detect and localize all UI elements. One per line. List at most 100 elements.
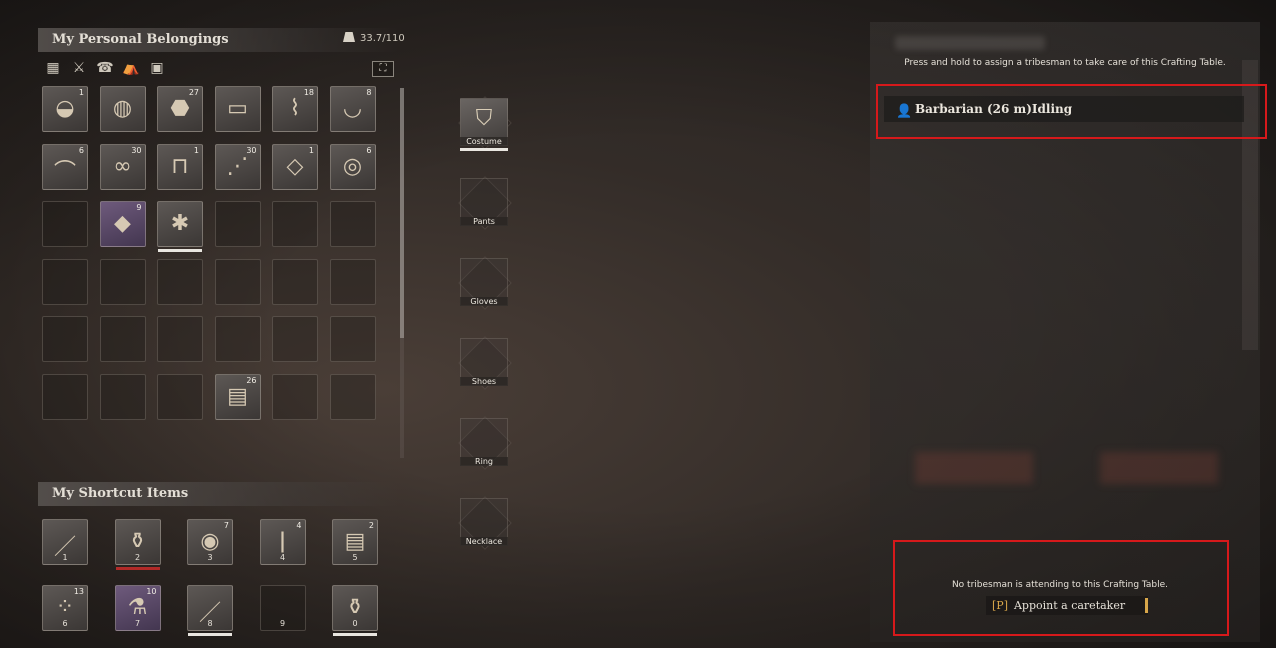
- blurred-button: [915, 452, 1033, 484]
- no-tribesman-notice: No tribesman is attending to this Crafti…: [951, 580, 1169, 590]
- inventory-slot[interactable]: [272, 258, 318, 305]
- plank-icon: ▭: [227, 96, 248, 121]
- inventory-slot[interactable]: [329, 316, 376, 362]
- armor-icon[interactable]: ☎: [96, 60, 114, 76]
- equip-label: Ring: [460, 457, 508, 466]
- bowl-icon: ◡: [342, 96, 363, 121]
- bark-icon: ▤: [344, 529, 366, 554]
- inventory-slot[interactable]: ✱: [157, 201, 203, 252]
- equip-slot-necklace[interactable]: Necklace: [458, 496, 512, 552]
- stone-icon: ◒: [55, 96, 75, 121]
- appoint-caretaker-button[interactable]: [P] Appoint a caretaker: [986, 596, 1148, 615]
- caretaker-scrollbar[interactable]: [1242, 60, 1258, 350]
- inventory-slot[interactable]: ◎ 6: [329, 143, 376, 190]
- expand-icon[interactable]: ⛶: [372, 61, 394, 77]
- shortcut-slot[interactable]: ⚗ 10 7: [114, 585, 161, 631]
- hotkey-number: 1: [62, 553, 68, 562]
- equip-slot-gloves[interactable]: Gloves: [458, 256, 512, 312]
- vase-icon: ⚱: [345, 595, 365, 620]
- materials-icon[interactable]: ▦: [44, 60, 62, 76]
- scroll-thumb[interactable]: [400, 88, 404, 338]
- inventory-slot[interactable]: [214, 316, 261, 362]
- carry-weight: 33.7/110: [343, 32, 405, 44]
- inventory-slot[interactable]: ◆ 9: [99, 201, 146, 247]
- hotkey-number: 0: [352, 619, 358, 628]
- tribesman-row[interactable]: 👤 Barbarian (26 m)Idling: [884, 96, 1244, 122]
- inventory-scrollbar[interactable]: [400, 88, 404, 458]
- inventory-slot[interactable]: [329, 373, 376, 420]
- equip-slot-pants[interactable]: Pants: [458, 176, 512, 232]
- equipped-indicator: [460, 148, 508, 151]
- item-quantity: 18: [303, 88, 314, 97]
- inventory-slot[interactable]: [42, 316, 88, 362]
- inventory-slot[interactable]: [42, 201, 88, 247]
- item-quantity: 26: [246, 375, 257, 385]
- rock-icon: ⬣: [170, 96, 190, 121]
- inventory-title: My Personal Belongings: [52, 32, 229, 47]
- item-quantity: 1: [193, 145, 199, 155]
- shortcut-header: My Shortcut Items: [38, 482, 398, 506]
- inventory-slot[interactable]: [272, 201, 318, 247]
- inventory-slot[interactable]: [329, 258, 376, 305]
- shortcut-slot[interactable]: ⚱ 2: [114, 519, 161, 570]
- shortcut-slot[interactable]: ／ 1: [42, 519, 88, 565]
- pepper-icon: ⌒: [53, 159, 76, 185]
- slot-indicator: [115, 567, 160, 570]
- inventory-slot[interactable]: ◍: [99, 86, 146, 132]
- inventory-slot[interactable]: ⌇ 18: [272, 86, 318, 132]
- equip-slot-shoes[interactable]: Shoes: [458, 336, 512, 392]
- inventory-slot[interactable]: ⋰ 30: [214, 143, 261, 190]
- shortcut-slot[interactable]: ⁘ 13 6: [42, 585, 88, 631]
- hotkey-number: 8: [207, 619, 213, 628]
- equip-slot-costume[interactable]: ⛉ Costume: [458, 96, 512, 152]
- weight-value: 33.7/110: [360, 33, 405, 44]
- item-quantity: 6: [366, 145, 372, 155]
- inventory-slot[interactable]: [272, 373, 318, 420]
- inventory-slot[interactable]: [214, 201, 261, 247]
- bundle-icon: ✱: [170, 211, 190, 236]
- shortcut-slot[interactable]: ／ 8: [187, 585, 233, 636]
- inventory-slot[interactable]: ∞ 30: [99, 143, 146, 190]
- inventory-slot[interactable]: ◒ 1: [42, 86, 88, 132]
- shortcut-slot[interactable]: 9: [259, 585, 306, 631]
- inventory-slot[interactable]: [157, 258, 203, 305]
- equip-slot-ring[interactable]: Ring: [458, 416, 512, 472]
- equip-label: Necklace: [460, 537, 508, 546]
- hotkey-number: 9: [279, 619, 286, 628]
- inventory-slot[interactable]: [42, 373, 88, 420]
- inventory-slot[interactable]: ▭: [214, 86, 261, 132]
- hotkey-number: 4: [279, 553, 286, 562]
- shortcut-slot[interactable]: ◉ 7 3: [187, 519, 233, 565]
- inventory-slot[interactable]: [272, 316, 318, 362]
- person-icon: 👤: [896, 104, 913, 119]
- inventory-slot[interactable]: ▤ 26: [214, 373, 261, 420]
- inventory-slot[interactable]: [157, 316, 203, 362]
- inventory-slot[interactable]: ⊓ 1: [157, 143, 203, 190]
- inventory-slot[interactable]: [99, 258, 146, 305]
- blurred-button: [1100, 452, 1218, 484]
- shortcut-slot[interactable]: ▤ 2 5: [332, 519, 378, 565]
- inventory-slot[interactable]: ⬣ 27: [157, 86, 203, 132]
- assign-hint: Press and hold to assign a tribesman to …: [904, 58, 1226, 68]
- item-quantity: 30: [246, 145, 257, 155]
- inventory-slot[interactable]: ◇ 1: [272, 143, 318, 190]
- shortcut-slot[interactable]: ǀ44: [259, 519, 306, 565]
- shortcut-slot[interactable]: ⚱ 0: [332, 585, 378, 636]
- documents-icon[interactable]: ▣: [148, 60, 166, 76]
- stool-icon: ⊓: [171, 153, 189, 179]
- weapons-icon[interactable]: ⚔: [70, 60, 88, 76]
- inventory-slot[interactable]: [99, 373, 146, 420]
- hotkey-number: 5: [352, 553, 358, 562]
- slot-indicator: [333, 633, 377, 636]
- equip-label: Gloves: [460, 297, 508, 306]
- inventory-slot[interactable]: [157, 373, 203, 420]
- inventory-slot[interactable]: ⌒ 6: [42, 143, 88, 190]
- inventory-slot[interactable]: [99, 316, 146, 362]
- inventory-slot[interactable]: ◡ 8: [329, 86, 376, 132]
- spool-icon: ◍: [112, 96, 133, 121]
- tent-icon[interactable]: ⛺: [122, 60, 140, 76]
- inventory-slot[interactable]: [214, 258, 261, 305]
- inventory-slot[interactable]: [329, 201, 376, 247]
- inventory-slot[interactable]: [42, 258, 88, 305]
- equip-label: Costume: [460, 137, 508, 146]
